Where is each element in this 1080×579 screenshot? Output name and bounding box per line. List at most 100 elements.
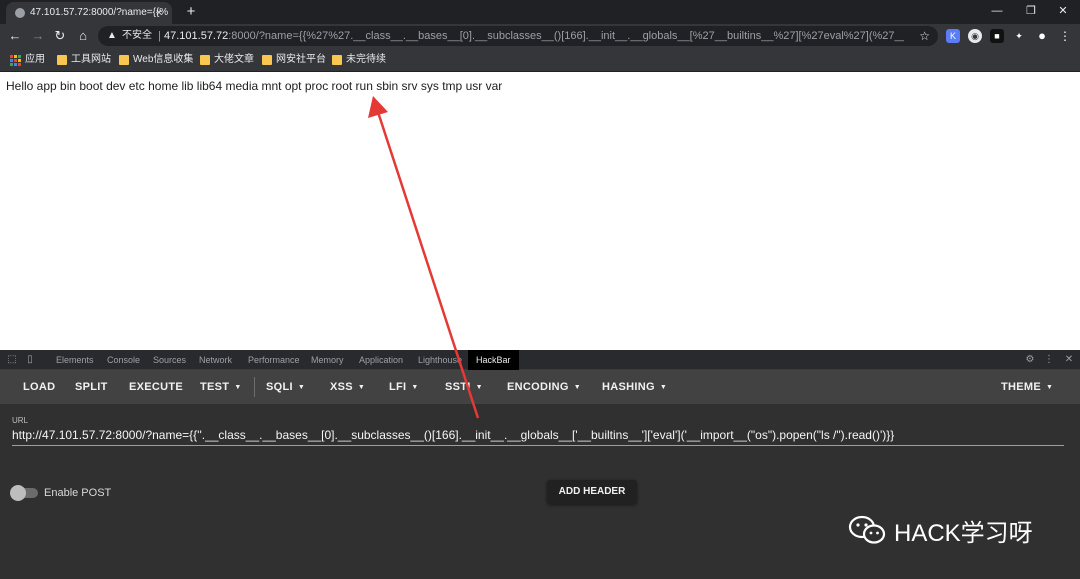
hackbar-theme-menu[interactable]: THEME ▼ [1001,370,1053,404]
hackbar-load-button[interactable]: LOAD [23,370,55,404]
command-output-text: Hello app bin boot dev etc home lib lib6… [6,79,503,93]
caret-down-icon: ▼ [573,384,581,391]
devtools-tab-application[interactable]: Application [359,350,403,370]
globe-icon [15,8,25,18]
enable-post-toggle[interactable] [10,485,38,501]
bookmarks-bar: 应用 工具网站 Web信息收集 大佬文章 网安社平台 未完待续 [0,48,1080,72]
reload-icon[interactable]: ↻ [50,26,70,46]
wechat-icon [848,515,886,544]
new-tab-button[interactable]: + [182,2,200,22]
bookmark-star-icon[interactable]: ☆ [919,26,930,46]
back-icon[interactable]: ← [5,26,25,46]
devtools-tab-sources[interactable]: Sources [153,350,186,370]
devtools-tab-hackbar[interactable]: HackBar [468,350,519,370]
address-separator: | [158,30,161,42]
bookmark-label: 网安社平台 [276,54,326,65]
bookmark-folder-tools[interactable]: 工具网站 [55,48,111,72]
apps-grid-dot [14,55,17,58]
devtools-tab-network[interactable]: Network [199,350,232,370]
menu-label: TEST [200,381,230,393]
hackbar-ssti-menu[interactable]: SSTI ▼ [445,370,483,404]
devtools-tab-lighthouse[interactable]: Lighthouse [418,350,462,370]
browser-window: 47.101.57.72:8000/?name={{% × + — ❐ ✕ ← … [0,0,1080,579]
caret-down-icon: ▼ [297,384,306,391]
security-label[interactable]: 不安全 [122,26,152,46]
extension-k-icon[interactable]: K [946,29,960,43]
bookmark-label: 未完待续 [346,54,386,65]
caret-down-icon: ▼ [234,384,242,391]
hackbar-split-button[interactable]: SPLIT [75,370,108,404]
hackbar-lfi-menu[interactable]: LFI ▼ [389,370,419,404]
hackbar-encoding-menu[interactable]: ENCODING ▼ [507,370,581,404]
devtools-tab-performance[interactable]: Performance [248,350,300,370]
add-header-button[interactable]: ADD HEADER [547,480,637,504]
enable-post-label: Enable POST [44,487,112,499]
bookmark-label: 大佬文章 [214,54,254,65]
watermark-text: HACK学习呀 [894,519,1033,547]
tab-title: 47.101.57.72:8000/?name={{% [30,7,169,18]
browser-tab[interactable]: 47.101.57.72:8000/?name={{% × [6,2,172,24]
toggle-knob [10,485,26,501]
apps-grid-dot [14,63,17,66]
tab-strip: 47.101.57.72:8000/?name={{% × + — ❐ ✕ [0,0,1080,24]
url-input[interactable]: http://47.101.57.72:8000/?name={{''.__cl… [12,428,894,442]
home-icon[interactable]: ⌂ [73,26,93,46]
extensions-puzzle-icon[interactable]: ✦ [1012,29,1026,43]
folder-icon [119,55,129,65]
hackbar-hashing-menu[interactable]: HASHING ▼ [602,370,667,404]
apps-grid-dot [10,63,13,66]
apps-grid-dot [18,63,21,66]
menu-divider [254,377,255,397]
menu-label: EXECUTE [129,381,184,393]
url-host: 47.101.57.72 [164,30,229,42]
caret-down-icon: ▼ [1046,384,1054,391]
menu-label: XSS [330,381,353,393]
address-bar[interactable]: ▲ 不安全 | 47.101.57.72:8000/?name={{%27%27… [98,26,938,46]
menu-label: LOAD [23,381,56,393]
hackbar-panel: URL http://47.101.57.72:8000/?name={{''.… [0,404,1080,579]
close-window-icon[interactable]: ✕ [1046,0,1080,22]
bookmark-apps[interactable]: 应用 [9,48,45,72]
devtools-tab-elements[interactable]: Elements [56,350,94,370]
caret-down-icon: ▼ [475,384,483,391]
devtools-close-icon[interactable]: ✕ [1063,354,1075,366]
apps-grid-dot [10,59,13,62]
bookmark-folder-todo[interactable]: 未完待续 [330,48,386,72]
apps-grid-dot [18,55,21,58]
apps-grid-dot [10,55,13,58]
url-input-underline [12,445,1064,446]
devtools-more-icon[interactable]: ⋮ [1043,354,1055,366]
menu-label: THEME [1001,381,1041,393]
bookmark-folder-web-info[interactable]: Web信息收集 [117,48,193,72]
devtools-tab-memory[interactable]: Memory [311,350,344,370]
settings-gear-icon[interactable]: ⚙ [1024,354,1036,366]
caret-down-icon: ▼ [659,384,668,391]
bookmark-folder-platform[interactable]: 网安社平台 [260,48,326,72]
minimize-icon[interactable]: — [980,0,1014,22]
devtools-tabbar: ⬚ ▯ Elements Console Sources Network Per… [0,350,1080,370]
forward-icon[interactable]: → [28,26,48,46]
hackbar-execute-button[interactable]: EXECUTE [129,370,183,404]
hackbar-xss-menu[interactable]: XSS ▼ [330,370,365,404]
url-field-label: URL [12,416,29,425]
hackbar-sqli-menu[interactable]: SQLI ▼ [266,370,305,404]
url-path: :8000/?name={{%27%27.__class__.__bases__… [228,30,904,42]
folder-icon [57,55,67,65]
address-url[interactable]: 47.101.57.72:8000/?name={{%27%27.__class… [164,26,904,46]
page-viewport: Hello app bin boot dev etc home lib lib6… [0,72,1080,350]
devtools-tab-console[interactable]: Console [107,350,140,370]
hackbar-test-menu[interactable]: TEST ▼ [200,370,242,404]
warning-icon[interactable]: ▲ [107,26,117,46]
bookmark-folder-articles[interactable]: 大佬文章 [198,48,254,72]
bookmark-label: 工具网站 [71,54,111,65]
extension-dark-icon[interactable]: ■ [990,29,1004,43]
apps-grid-icon [10,55,21,66]
extension-cat-icon[interactable]: ◉ [968,29,982,43]
close-tab-icon[interactable]: × [152,2,166,24]
restore-icon[interactable]: ❐ [1014,0,1048,22]
device-toolbar-icon[interactable]: ▯ [24,354,36,366]
inspect-element-icon[interactable]: ⬚ [6,354,18,366]
apps-grid-dot [14,59,17,62]
profile-avatar-icon[interactable]: ● [1035,29,1049,43]
browser-menu-icon[interactable]: ⋮ [1058,29,1072,43]
